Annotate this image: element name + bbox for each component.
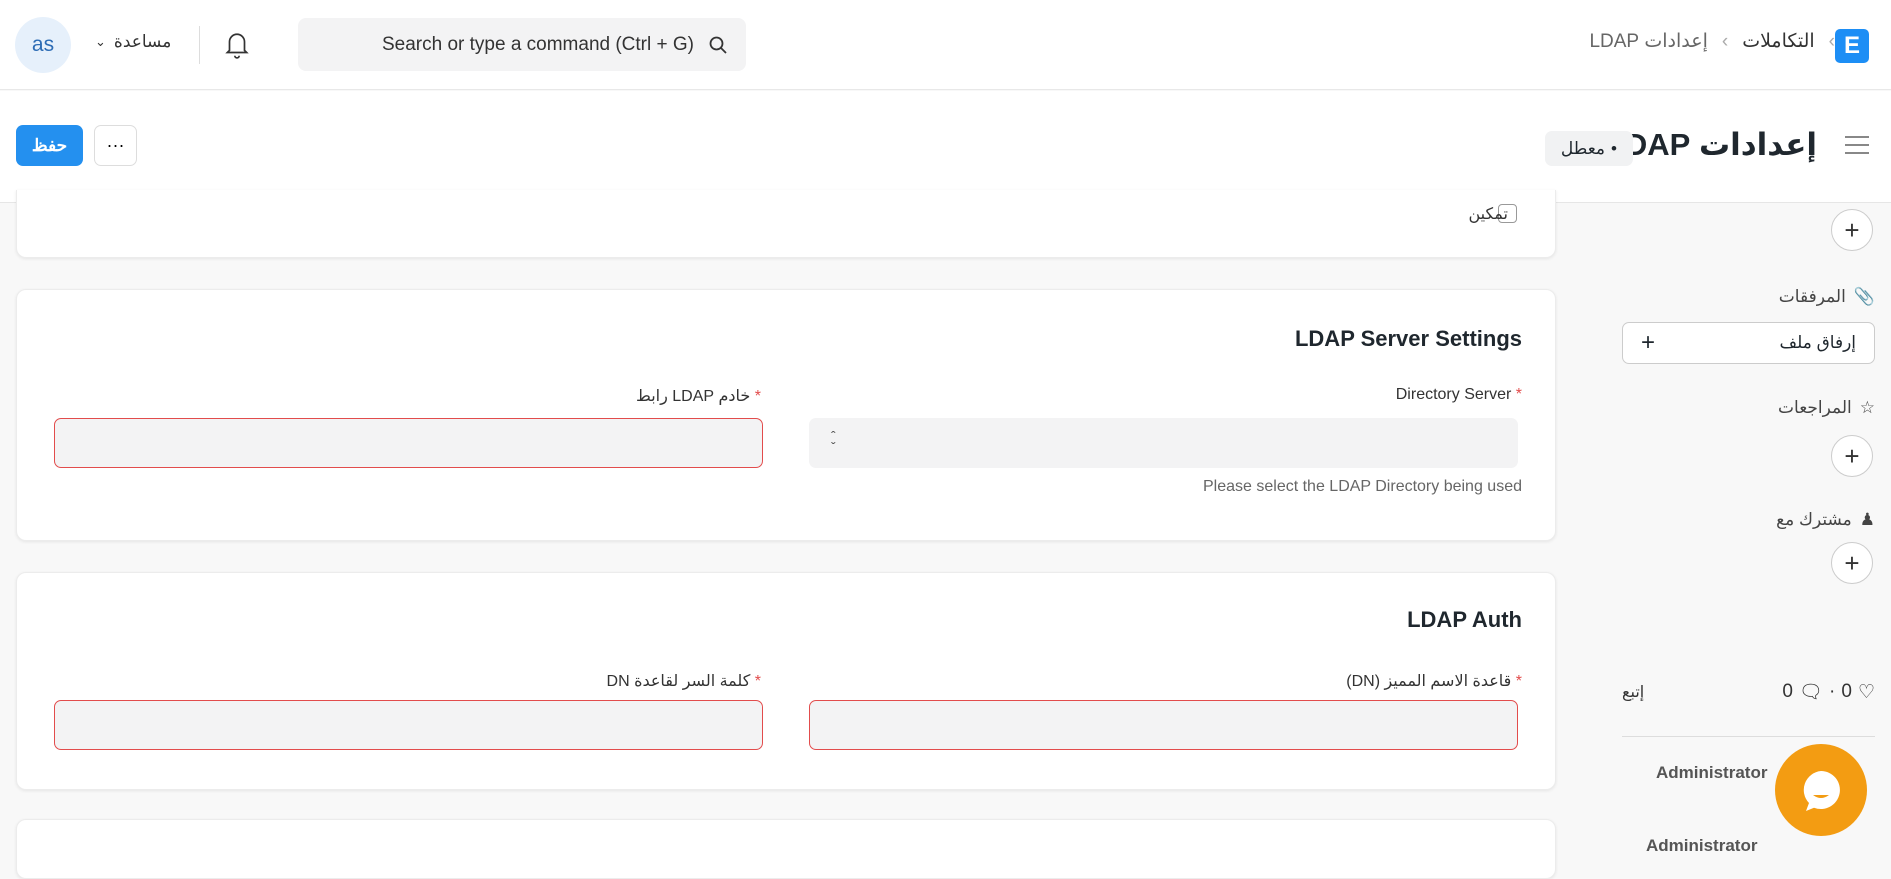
- page-title: إعدادات LDAP: [1605, 127, 1817, 162]
- breadcrumb: › التكاملات › إعدادات LDAP: [1589, 30, 1835, 53]
- add-share-button[interactable]: +: [1831, 542, 1873, 584]
- app-logo[interactable]: E: [1835, 29, 1869, 63]
- directory-server-label: * Directory Server: [1395, 386, 1522, 403]
- base-dn-label: * قاعدة الاسم المميز (DN): [1346, 673, 1522, 690]
- add-review-button[interactable]: +: [1831, 435, 1873, 477]
- ldap-url-label: * خادم LDAP رابط: [636, 388, 761, 405]
- password-input[interactable]: [54, 700, 763, 750]
- base-dn-input[interactable]: [809, 700, 1518, 750]
- help-label: مساعدة: [113, 32, 172, 51]
- status-text: معطل: [1560, 138, 1606, 158]
- comments-count: 0: [1782, 681, 1793, 702]
- more-button[interactable]: ···: [94, 125, 137, 166]
- star-icon: ☆: [1859, 398, 1875, 417]
- select-arrows-icon: ˆˇ: [831, 428, 836, 455]
- attachments-label: 📎 المرفقات: [1778, 287, 1875, 306]
- assign-add-button[interactable]: +: [1831, 209, 1873, 251]
- breadcrumb-integrations[interactable]: التكاملات: [1742, 30, 1814, 53]
- status-badge: • معطل: [1544, 131, 1633, 166]
- follow-link[interactable]: إتبع: [1622, 682, 1644, 702]
- comment-icon: 🗨: [1798, 682, 1824, 703]
- breadcrumb-ldap-settings[interactable]: إعدادات LDAP: [1589, 30, 1707, 53]
- chevron-down-icon: ⌄: [95, 34, 106, 49]
- sidebar-toggle-icon[interactable]: [1845, 136, 1869, 154]
- help-dropdown[interactable]: مساعدة ⌄: [95, 32, 171, 52]
- likes-count: 0: [1841, 681, 1852, 702]
- directory-server-select[interactable]: ˆˇ: [809, 418, 1518, 468]
- likes-comments: ♡ 0 · 🗨 0: [1782, 681, 1875, 704]
- chat-button[interactable]: [1775, 744, 1867, 836]
- activity-user: Administrator: [1656, 763, 1768, 782]
- bell-icon[interactable]: [224, 30, 250, 60]
- reviews-label: ☆ المراجعات: [1778, 398, 1875, 417]
- shared-with-label: ♟ مشترك مع: [1776, 510, 1875, 529]
- enable-label: تمكين: [1468, 206, 1508, 223]
- search-placeholder: Search or type a command (Ctrl + G): [381, 33, 694, 55]
- search-icon: [709, 36, 727, 54]
- directory-help: Please select the LDAP Directory being u…: [1203, 478, 1522, 495]
- plus-icon: +: [1641, 329, 1656, 356]
- sidebar-divider: [1622, 736, 1875, 737]
- heart-icon[interactable]: ♡: [1858, 681, 1875, 704]
- enable-card: [16, 190, 1556, 258]
- attach-file-button[interactable]: إرفاق ملف +: [1622, 322, 1875, 364]
- chat-icon: [1803, 771, 1840, 811]
- section-title: LDAP Server Settings: [1294, 326, 1522, 351]
- users-icon: ♟: [1859, 510, 1875, 529]
- section-title: LDAP Auth: [1407, 607, 1522, 632]
- avatar[interactable]: as: [15, 17, 71, 73]
- ldap-url-input[interactable]: [54, 418, 763, 468]
- search-input[interactable]: Search or type a command (Ctrl + G): [298, 18, 746, 71]
- next-card: [16, 819, 1556, 879]
- divider: [199, 26, 200, 64]
- save-button[interactable]: حفظ: [16, 125, 83, 166]
- activity-user-2: Administrator: [1646, 836, 1758, 855]
- password-label: * كلمة السر لقاعدة DN: [606, 673, 761, 690]
- ldap-server-settings-card: LDAP Server Settings * Directory Server …: [16, 289, 1556, 541]
- paperclip-icon: 📎: [1853, 287, 1875, 306]
- ldap-auth-card: LDAP Auth * قاعدة الاسم المميز (DN) * كل…: [16, 572, 1556, 790]
- attach-file-label: إرفاق ملف: [1779, 333, 1856, 352]
